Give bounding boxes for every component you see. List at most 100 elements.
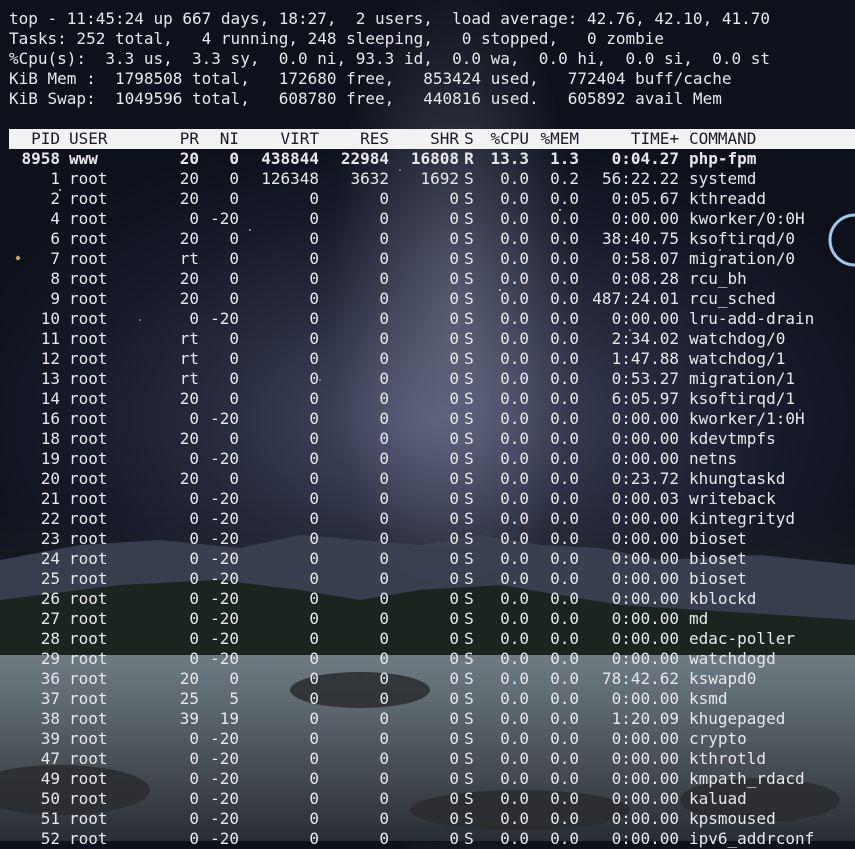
cell-cpu: 0.0 xyxy=(500,429,529,448)
cell-virt: 0 xyxy=(309,609,319,628)
cell-shr: 0 xyxy=(449,789,459,808)
cell-virt: 0 xyxy=(309,389,319,408)
cell-priority: 0 xyxy=(189,749,199,768)
cell-state: S xyxy=(464,329,474,348)
cell-state: S xyxy=(464,429,474,448)
cell-command: ksmd xyxy=(689,689,728,708)
cell-res: 0 xyxy=(379,729,389,748)
cell-cpu: 0.0 xyxy=(500,569,529,588)
cell-shr: 0 xyxy=(449,529,459,548)
cell-mem: 0.0 xyxy=(550,309,579,328)
mem-line: KiB Mem : 1798508 total, 172680 free, 85… xyxy=(9,69,732,88)
cell-priority: 0 xyxy=(189,309,199,328)
cell-shr: 0 xyxy=(449,209,459,228)
col-virt: VIRT xyxy=(280,129,319,148)
cell-virt: 0 xyxy=(309,629,319,648)
cell-pid: 24 xyxy=(40,549,60,568)
cell-pid: 12 xyxy=(40,349,60,368)
cell-user: root xyxy=(69,189,108,208)
cell-res: 0 xyxy=(379,229,389,248)
cell-nice: -20 xyxy=(210,529,239,548)
cell-state: S xyxy=(464,549,474,568)
cell-mem: 0.0 xyxy=(550,689,579,708)
cell-mem: 0.0 xyxy=(550,749,579,768)
uptime-load-line: top - 11:45:24 up 667 days, 18:27, 2 use… xyxy=(9,9,770,28)
cell-shr: 0 xyxy=(449,829,459,848)
cell-mem: 0.0 xyxy=(550,809,579,828)
cell-time: 0:58.07 xyxy=(611,249,679,268)
cell-virt: 0 xyxy=(309,349,319,368)
cell-shr: 0 xyxy=(449,749,459,768)
cell-virt: 0 xyxy=(309,429,319,448)
cell-pid: 25 xyxy=(40,569,60,588)
cell-command: rcu_sched xyxy=(689,289,776,308)
cell-nice: 0 xyxy=(229,229,239,248)
cell-user: root xyxy=(69,289,108,308)
cell-res: 0 xyxy=(379,389,389,408)
cell-shr: 0 xyxy=(449,429,459,448)
table-row: 2 root 20 0 0 0 0 S 0.0 0.0 0:05.67 kthreadd xyxy=(9,189,855,209)
cell-shr: 0 xyxy=(449,409,459,428)
cell-nice: -20 xyxy=(210,609,239,628)
cell-nice: 0 xyxy=(229,269,239,288)
cell-priority: 25 xyxy=(179,689,199,708)
cell-state: S xyxy=(464,769,474,788)
cell-cpu: 0.0 xyxy=(500,389,529,408)
cell-time: 0:53.27 xyxy=(611,369,679,388)
cell-state: S xyxy=(464,669,474,688)
cell-cpu: 0.0 xyxy=(500,209,529,228)
table-row: 51 root 0 -20 0 0 0 S 0.0 0.0 0:00.00 kpsmoused xyxy=(9,809,855,829)
cell-nice: 0 xyxy=(229,369,239,388)
cell-cpu: 0.0 xyxy=(500,169,529,188)
cell-res: 0 xyxy=(379,829,389,848)
cell-nice: -20 xyxy=(210,309,239,328)
cell-res: 0 xyxy=(379,309,389,328)
cell-state: S xyxy=(464,809,474,828)
cell-shr: 0 xyxy=(449,269,459,288)
cell-command: watchdogd xyxy=(689,649,776,668)
cell-nice: -20 xyxy=(210,809,239,828)
cell-priority: 20 xyxy=(179,269,199,288)
cell-nice: 0 xyxy=(229,289,239,308)
top-summary: top - 11:45:24 up 667 days, 18:27, 2 use… xyxy=(9,9,855,109)
cell-time: 0:00.00 xyxy=(611,509,679,528)
cell-time: 0:00.00 xyxy=(611,809,679,828)
cell-pid: 6 xyxy=(50,229,60,248)
cell-pid: 50 xyxy=(40,789,60,808)
cell-state: S xyxy=(464,749,474,768)
table-row: 47 root 0 -20 0 0 0 S 0.0 0.0 0:00.00 kthrotld xyxy=(9,749,855,769)
cell-time: 0:00.00 xyxy=(611,609,679,628)
cell-time: 0:08.28 xyxy=(611,269,679,288)
cell-priority: 0 xyxy=(189,809,199,828)
cell-pid: 26 xyxy=(40,589,60,608)
table-row: 18 root 20 0 0 0 0 S 0.0 0.0 0:00.00 kdevtmpfs xyxy=(9,429,855,449)
cell-command: watchdog/0 xyxy=(689,329,786,348)
cell-priority: 0 xyxy=(189,569,199,588)
cell-res: 0 xyxy=(379,469,389,488)
cell-user: root xyxy=(69,389,108,408)
cell-command: kpsmoused xyxy=(689,809,776,828)
cell-pid: 21 xyxy=(40,489,60,508)
table-row: 22 root 0 -20 0 0 0 S 0.0 0.0 0:00.00 kintegrityd xyxy=(9,509,855,529)
cell-mem: 0.0 xyxy=(550,589,579,608)
cell-time: 487:24.01 xyxy=(592,289,679,308)
cell-priority: rt xyxy=(179,249,199,268)
cell-res: 0 xyxy=(379,589,389,608)
cell-state: S xyxy=(464,389,474,408)
cell-user: root xyxy=(69,609,108,628)
cell-virt: 0 xyxy=(309,589,319,608)
cell-priority: 20 xyxy=(179,229,199,248)
cell-time: 38:40.75 xyxy=(601,229,679,248)
cell-shr: 0 xyxy=(449,809,459,828)
cell-res: 0 xyxy=(379,509,389,528)
cell-pid: 14 xyxy=(40,389,60,408)
cell-user: root xyxy=(69,269,108,288)
cell-command: bioset xyxy=(689,549,747,568)
cell-shr: 0 xyxy=(449,329,459,348)
cell-user: root xyxy=(69,549,108,568)
cell-pid: 8 xyxy=(50,269,60,288)
cell-cpu: 0.0 xyxy=(500,689,529,708)
cell-mem: 0.0 xyxy=(550,789,579,808)
cell-user: root xyxy=(69,569,108,588)
cell-res: 0 xyxy=(379,769,389,788)
